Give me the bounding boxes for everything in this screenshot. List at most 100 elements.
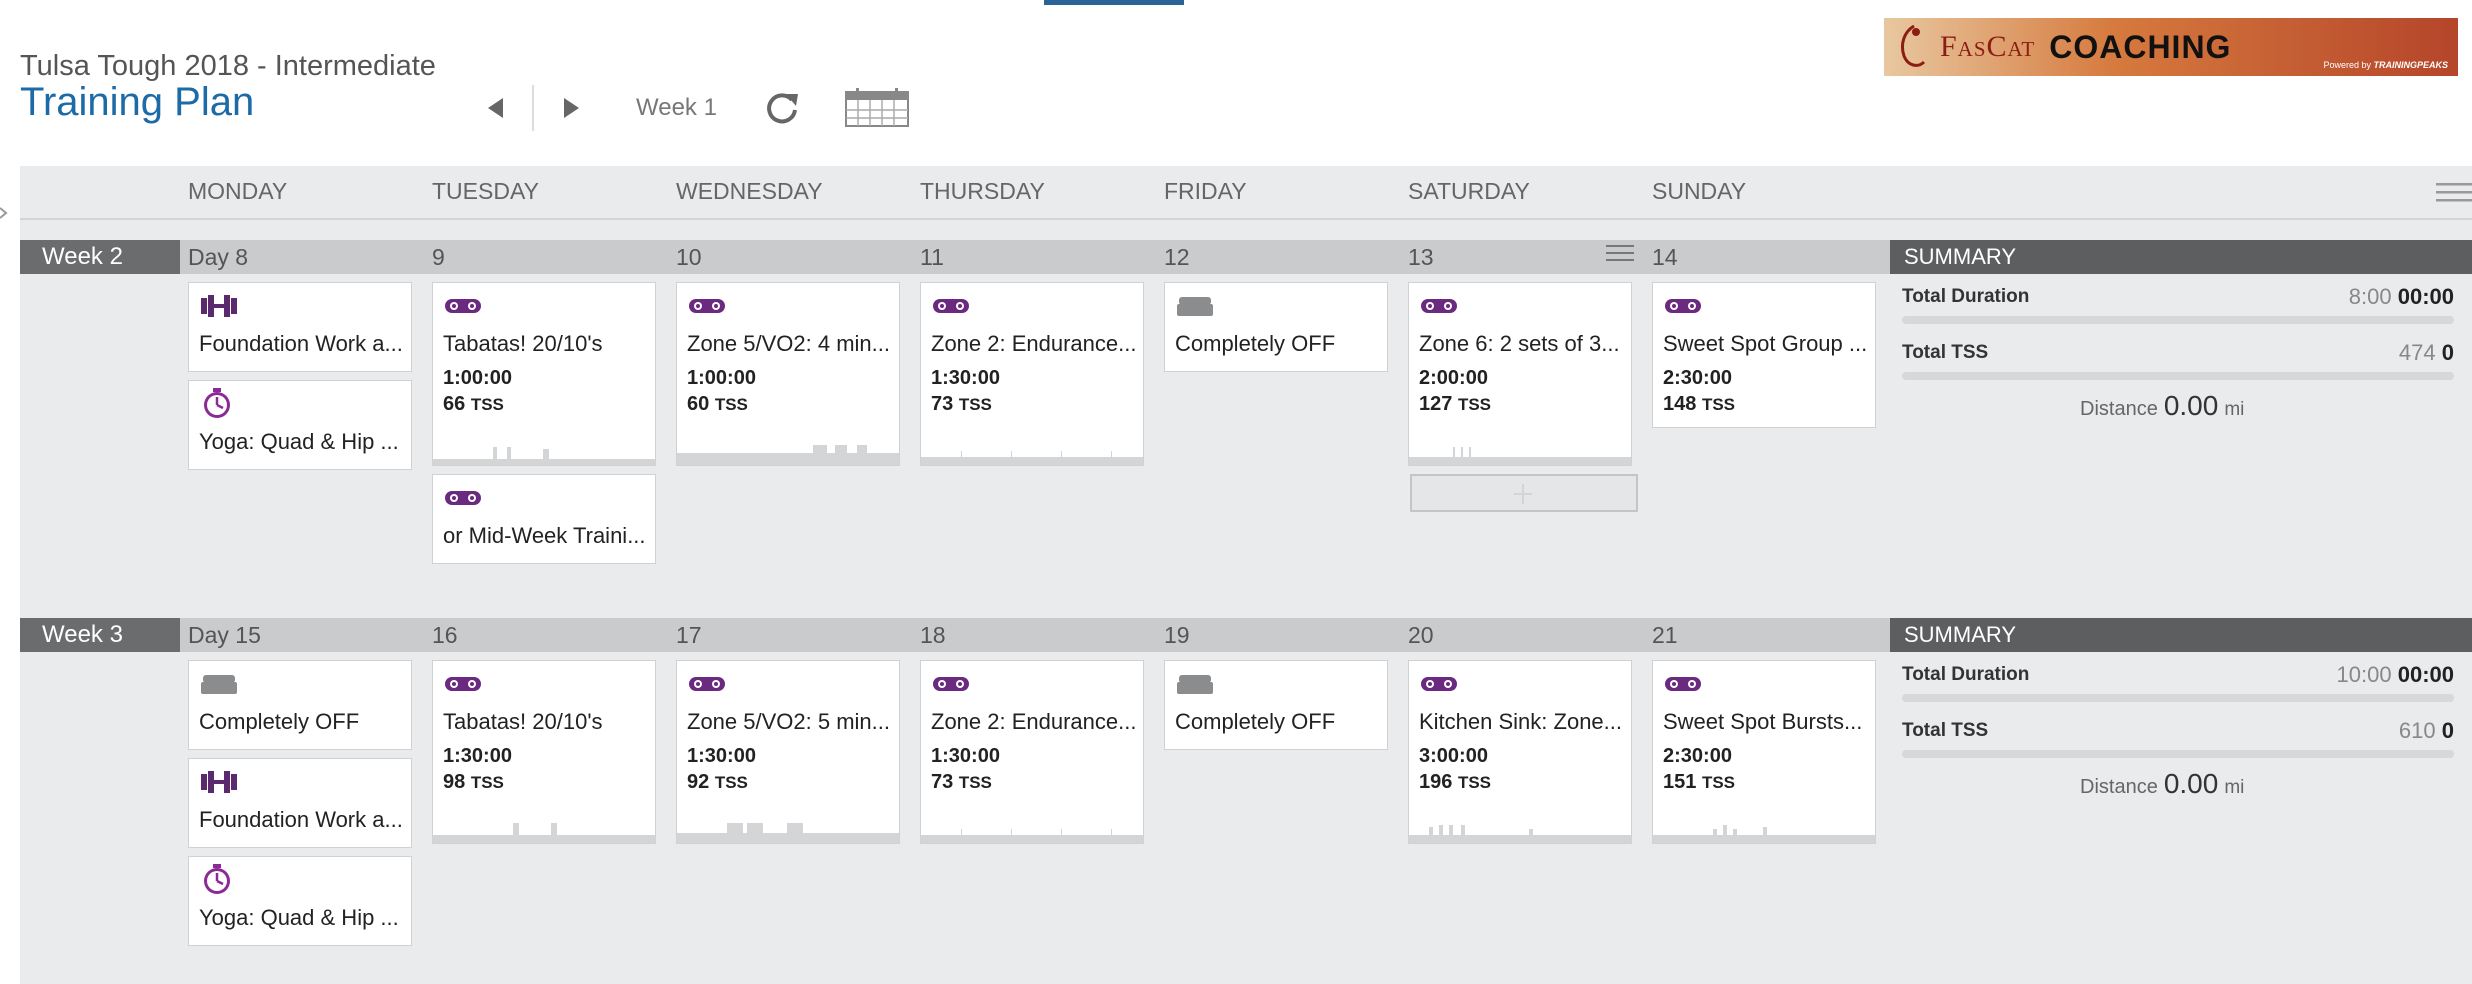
page-title: Training Plan [20,80,255,124]
workout-card[interactable]: Zone 2: Endurance... 1:30:00 73 TSS [920,660,1144,844]
workout-title: Zone 5/VO2: 5 min... [687,709,890,734]
powered-brand: TRAININGPEAKS [2373,60,2448,70]
workout-duration: 3:00:00 [1419,745,1488,767]
workout-title: Foundation Work a... [199,807,403,832]
week-label-text: Week 3 [42,621,123,648]
workout-title: Zone 5/VO2: 4 min... [687,331,890,356]
bike-icon [445,677,481,691]
bike-icon [689,299,725,313]
workout-card[interactable]: Tabatas! 20/10's 1:00:00 66 TSS [432,282,656,466]
workout-title: Yoga: Quad & Hip ... [199,429,399,454]
day-header-friday: FRIDAY [1164,178,1247,204]
workout-profile-graph [921,829,1143,843]
bike-icon [1665,677,1701,691]
day-header-sunday: SUNDAY [1652,178,1747,204]
day-headers: MONDAY TUESDAY WEDNESDAY THURSDAY FRIDAY… [20,166,2472,220]
add-workout-button[interactable] [1410,474,1638,512]
tss-unit: TSS [958,395,992,414]
duration-completed: 00:00 [2397,662,2454,687]
workout-card[interactable]: Foundation Work a... [188,282,412,372]
total-duration-label: Total Duration [1902,286,2030,307]
duration-progress-bar [1902,316,2454,324]
cyclist-logo-icon [1900,24,1926,67]
distance-unit: mi [2224,399,2245,420]
day-number: Day 15 [188,622,261,648]
calendar-icon[interactable] [844,88,910,128]
previous-week-button[interactable] [470,86,526,130]
distance-value: 0.00 [2163,768,2219,799]
stopwatch-icon [202,386,232,420]
workout-card[interactable]: Completely OFF [1164,282,1388,372]
summary-header: SUMMARY [1890,618,2472,652]
workout-title: Sweet Spot Group ... [1663,331,1868,356]
logo-brand: FasCat [1940,30,2036,63]
day-off-icon [1177,297,1213,316]
workout-title: Zone 6: 2 sets of 3... [1419,331,1620,356]
workout-profile-graph [677,823,899,843]
workout-card[interactable]: Yoga: Quad & Hip ... [188,380,412,470]
workout-profile-graph [433,823,655,843]
workout-card[interactable]: Sweet Spot Group ... 2:30:00 148 TSS [1652,282,1876,428]
duration-completed: 00:00 [2397,284,2454,309]
workout-tss: 196 TSS [1419,771,1491,794]
summary-duration: Total Duration 8:00 00:00 [1902,284,2454,324]
workout-card[interactable]: Zone 5/VO2: 4 min... 1:00:00 60 TSS [676,282,900,466]
day-number: 18 [920,622,946,648]
bike-icon [1421,299,1457,313]
workout-title: Zone 2: Endurance... [931,709,1137,734]
tss-unit: TSS [470,395,504,414]
workout-duration: 1:30:00 [687,745,756,767]
tss-progress-bar [1902,372,2454,380]
workout-tss: 151 TSS [1663,771,1735,794]
workout-duration: 1:30:00 [443,745,512,767]
workout-card[interactable]: Foundation Work a... [188,758,412,848]
workout-title: Sweet Spot Bursts... [1663,709,1863,734]
day-number: 13 [1408,244,1434,270]
day-number: 20 [1408,622,1434,648]
workout-card[interactable]: Yoga: Quad & Hip ... [188,856,412,946]
workout-card[interactable]: Zone 6: 2 sets of 3... 2:00:00 127 TSS [1408,282,1632,466]
workout-title: Completely OFF [1175,331,1336,356]
workout-card[interactable]: Completely OFF [188,660,412,750]
tss-value: 73 [931,771,954,793]
total-duration-value: 10:00 00:00 [2337,662,2454,688]
week-label: Week 3 [20,618,180,652]
workout-card[interactable]: Kitchen Sink: Zone... 3:00:00 196 TSS [1408,660,1632,844]
tss-unit: TSS [1457,773,1491,792]
workout-title: or Mid-Week Traini... [443,523,646,548]
duration-progress-bar [1902,694,2454,702]
workout-title: Completely OFF [1175,709,1336,734]
stopwatch-icon [202,862,232,896]
powered-prefix: Powered by [2323,60,2371,70]
week-label: Week 2 [20,240,180,274]
day-header-saturday: SATURDAY [1408,178,1530,204]
summary-header: SUMMARY [1890,240,2472,274]
bike-icon [933,299,969,313]
distance-label: Distance [2080,398,2158,420]
workout-title: Kitchen Sink: Zone... [1419,709,1622,734]
powered-by: Powered by TRAININGPEAKS [2323,60,2448,70]
duration-planned: 10:00 [2336,662,2392,687]
workout-card[interactable]: Zone 2: Endurance... 1:30:00 73 TSS [920,282,1144,466]
workout-tss: 148 TSS [1663,393,1735,416]
workout-card[interactable]: Tabatas! 20/10's 1:30:00 98 TSS [432,660,656,844]
day-header-monday: MONDAY [188,178,288,204]
tss-value: 196 [1419,771,1453,793]
workout-card[interactable]: Completely OFF [1164,660,1388,750]
day-number: 11 [920,244,944,270]
workout-title: Tabatas! 20/10's [443,331,603,356]
duration-planned: 8:00 [2348,284,2392,309]
workout-duration: 2:30:00 [1663,745,1732,767]
next-week-button[interactable] [540,86,596,130]
plan-subtitle: Tulsa Tough 2018 - Intermediate [20,50,436,82]
workout-profile-graph [1653,825,1875,843]
summary-tss: Total TSS 610 0 [1902,718,2454,758]
workout-card[interactable]: Zone 5/VO2: 5 min... 1:30:00 92 TSS [676,660,900,844]
menu-icon[interactable] [2436,180,2472,206]
day-menu-icon[interactable] [1606,244,1634,262]
calendar-board: MONDAY TUESDAY WEDNESDAY THURSDAY FRIDAY… [20,166,2472,984]
refresh-icon[interactable] [760,86,804,130]
coach-logo: FasCat COACHING Powered by TRAININGPEAKS [1884,18,2458,76]
workout-card[interactable]: Sweet Spot Bursts... 2:30:00 151 TSS [1652,660,1876,844]
workout-card[interactable]: or Mid-Week Traini... [432,474,656,564]
